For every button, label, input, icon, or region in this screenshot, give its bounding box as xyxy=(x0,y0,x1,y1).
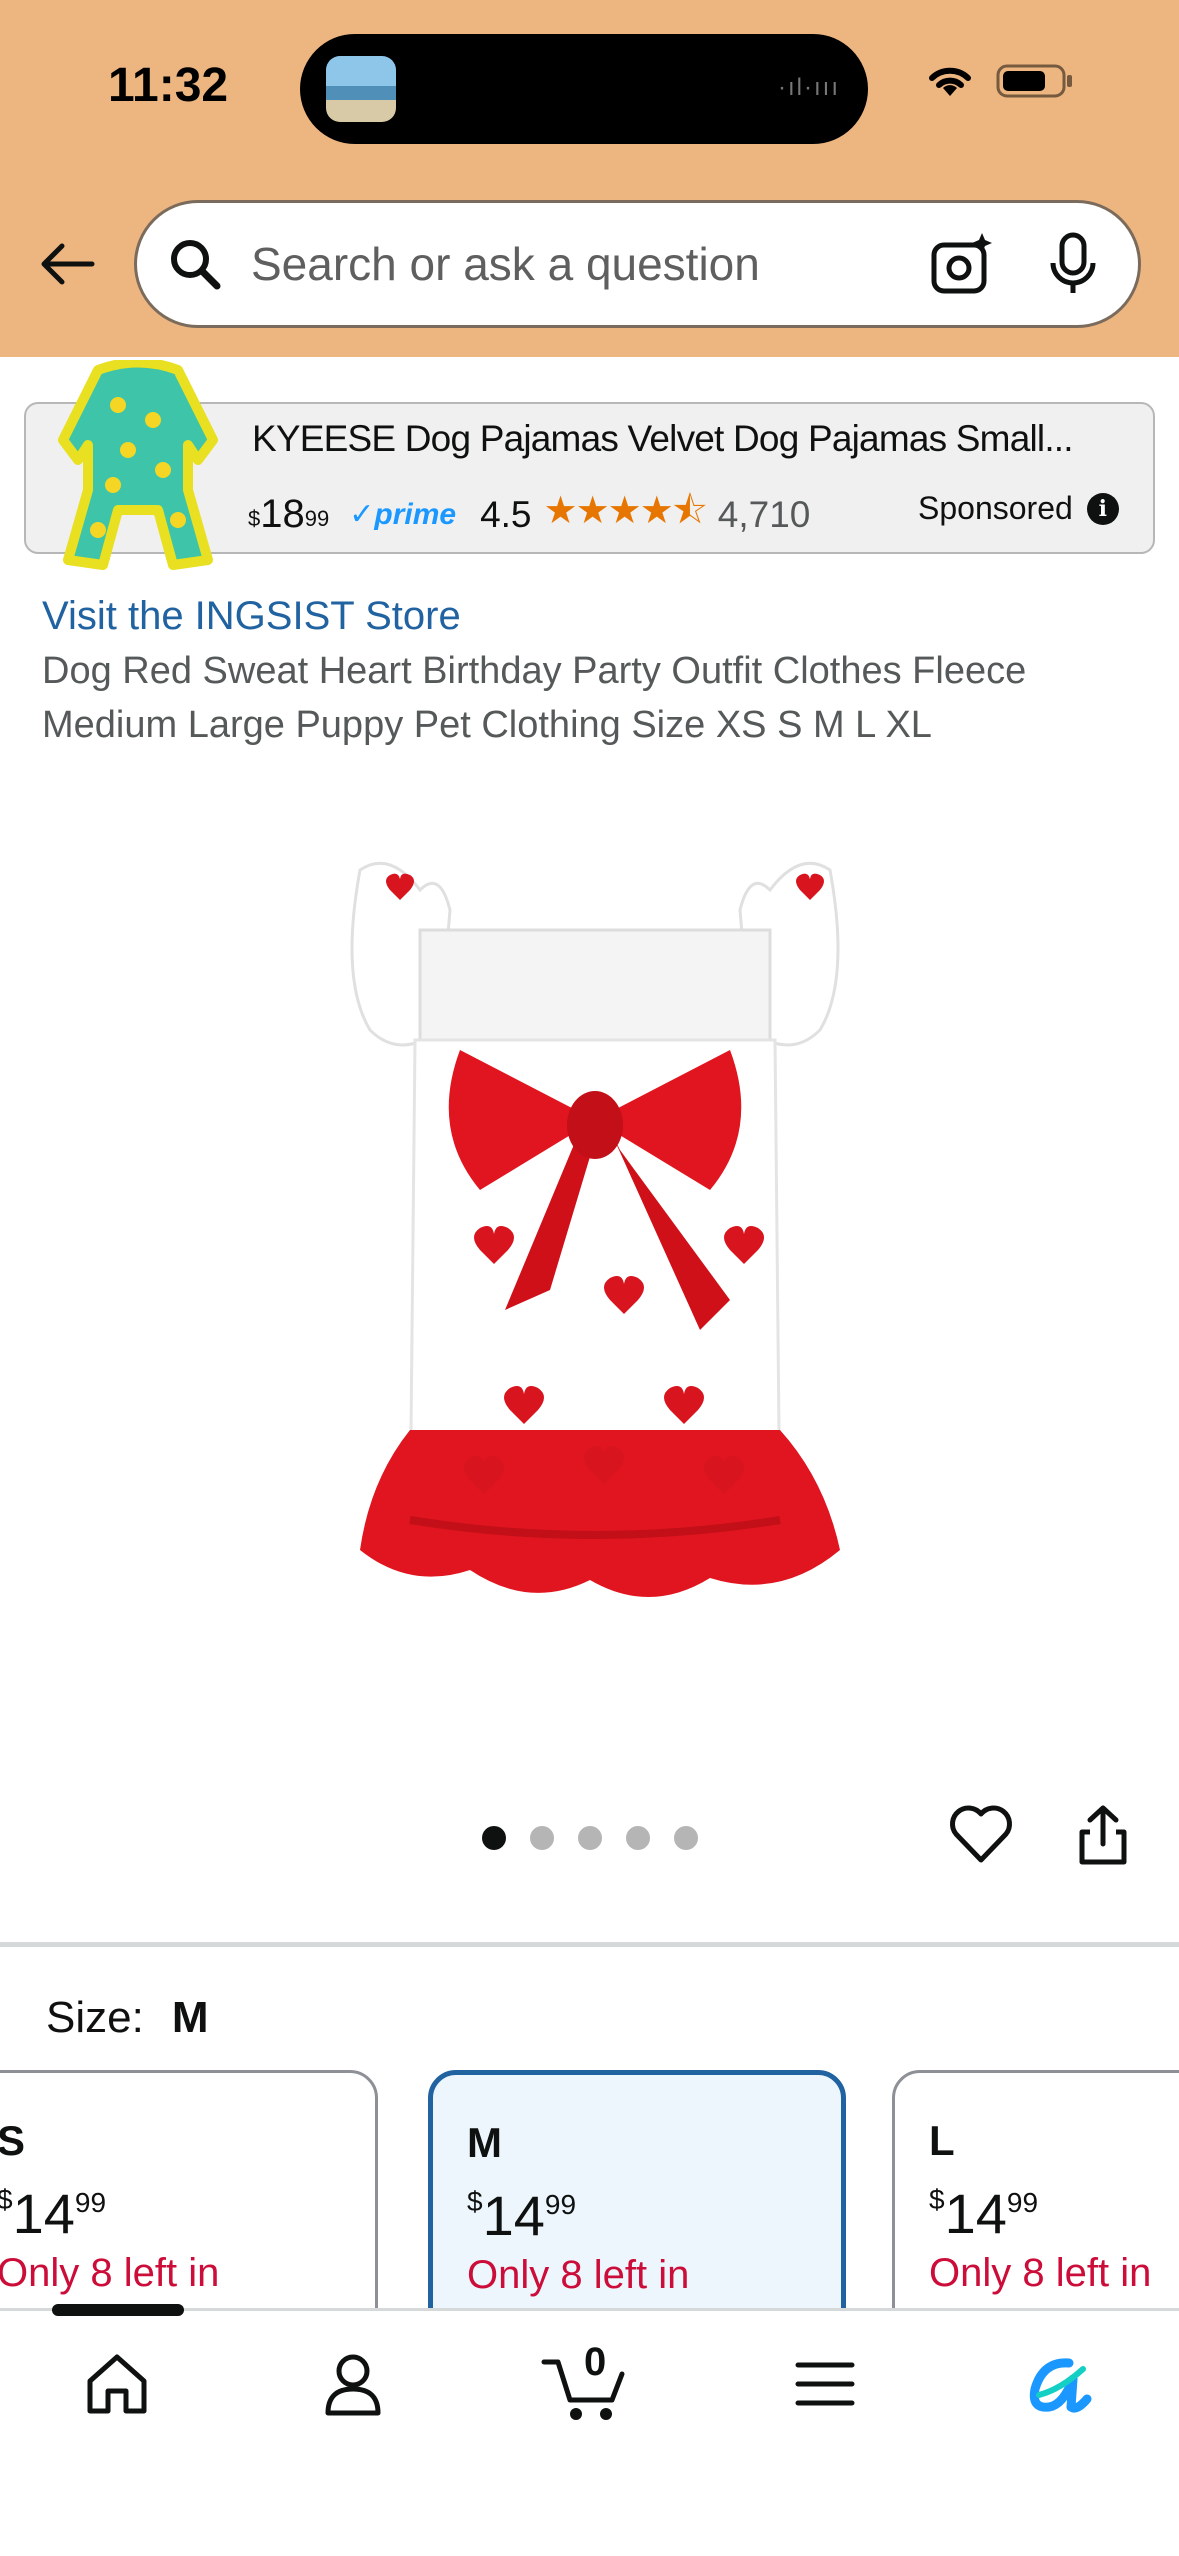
ad-price-whole: 18 xyxy=(260,492,305,536)
product-title: Dog Red Sweat Heart Birthday Party Outfi… xyxy=(42,650,1027,746)
camera-sparkle-icon xyxy=(931,233,992,294)
pagination-dot[interactable] xyxy=(674,1826,698,1850)
rufus-icon xyxy=(1029,2358,1092,2413)
pagination-dot[interactable] xyxy=(578,1826,602,1850)
nav-home[interactable] xyxy=(72,2344,162,2424)
sponsored-text: Sponsored xyxy=(918,490,1073,526)
size-option-l[interactable]: L $1499 Only 8 left in xyxy=(892,2070,1179,2340)
search-bar[interactable] xyxy=(134,200,1141,328)
dynamic-island[interactable]: ·ıl·ııı xyxy=(300,34,868,144)
price-cents: 99 xyxy=(74,2187,107,2218)
price-cents: 99 xyxy=(544,2189,577,2220)
camera-search-button[interactable] xyxy=(928,229,998,299)
ad-price-currency: $ xyxy=(248,505,261,531)
price-whole: 14 xyxy=(482,2184,545,2247)
pagination-dot[interactable] xyxy=(530,1826,554,1850)
arrow-left-icon xyxy=(41,243,95,285)
sponsored-label-button[interactable]: Sponsored i xyxy=(918,490,1119,527)
status-time: 11:32 xyxy=(108,59,229,112)
pagination-dot[interactable] xyxy=(482,1826,506,1850)
size-option-label: S xyxy=(0,2117,25,2165)
size-option-price: $1499 xyxy=(467,2183,576,2248)
wifi-icon xyxy=(929,67,971,96)
section-divider xyxy=(0,1942,1179,1947)
microphone-icon xyxy=(1050,232,1096,293)
size-option-label: L xyxy=(929,2117,955,2164)
voice-search-button[interactable] xyxy=(1038,229,1108,299)
heart-icon xyxy=(950,1805,1012,1863)
share-icon xyxy=(1079,1805,1127,1865)
ad-details: $ 18 99 ✓prime 4.5 ★★★★⯪ 4,710 xyxy=(248,482,810,547)
wishlist-button[interactable] xyxy=(946,1800,1016,1870)
price-whole: 14 xyxy=(12,2182,75,2245)
price-currency: $ xyxy=(929,2184,945,2216)
stock-warning: Only 8 left in xyxy=(467,2253,690,2297)
cart-count: 0 xyxy=(584,2340,607,2384)
price-currency: $ xyxy=(467,2186,483,2218)
ad-price-cents: 99 xyxy=(304,505,330,531)
image-pagination[interactable] xyxy=(482,1826,698,1850)
ad-rating-count: 4,710 xyxy=(717,493,811,535)
size-label-text: Size: xyxy=(46,1993,144,2042)
ad-rating: 4.5 xyxy=(480,493,532,535)
nav-rufus[interactable] xyxy=(1016,2344,1106,2424)
selected-size: M xyxy=(171,1993,209,2042)
prime-label: prime xyxy=(374,498,457,531)
size-option-m[interactable]: M $1499 Only 8 left in xyxy=(428,2070,846,2340)
home-icon xyxy=(87,2354,147,2414)
battery-icon xyxy=(996,64,1072,98)
share-button[interactable] xyxy=(1068,1800,1138,1870)
search-input[interactable] xyxy=(251,237,888,291)
stock-warning: Only 8 left in xyxy=(0,2251,220,2295)
nav-menu[interactable] xyxy=(780,2344,870,2424)
audio-wave-icon: ·ıl·ııı xyxy=(778,74,840,101)
stock-warning: Only 8 left in xyxy=(929,2251,1152,2295)
ad-title[interactable]: KYEESE Dog Pajamas Velvet Dog Pajamas Sm… xyxy=(252,418,1074,460)
search-icon xyxy=(171,240,221,290)
active-tab-indicator xyxy=(52,2304,184,2316)
prime-badge: ✓prime xyxy=(349,498,457,531)
store-link[interactable]: Visit the INGSIST Store xyxy=(42,594,461,639)
size-option-s[interactable]: S $1499 Only 8 left in xyxy=(0,2070,378,2340)
now-playing-thumbnail xyxy=(326,56,396,122)
pagination-dot[interactable] xyxy=(626,1826,650,1850)
nav-account[interactable] xyxy=(308,2344,398,2424)
product-image[interactable] xyxy=(330,830,860,1710)
size-option-price: $1499 xyxy=(0,2181,106,2246)
size-option-price: $1499 xyxy=(929,2181,1038,2246)
size-label: Size: M xyxy=(46,1993,208,2043)
back-button[interactable] xyxy=(30,228,102,300)
price-currency: $ xyxy=(0,2184,13,2215)
price-whole: 14 xyxy=(944,2182,1007,2245)
star-rating-icon: ★★★★⯪ xyxy=(543,490,708,532)
menu-icon xyxy=(795,2362,855,2406)
status-icons xyxy=(926,62,1074,100)
info-icon: i xyxy=(1086,492,1119,525)
size-option-label: M xyxy=(467,2119,502,2166)
ad-product-image[interactable] xyxy=(38,357,238,575)
account-icon xyxy=(325,2354,381,2416)
price-cents: 99 xyxy=(1006,2187,1039,2218)
